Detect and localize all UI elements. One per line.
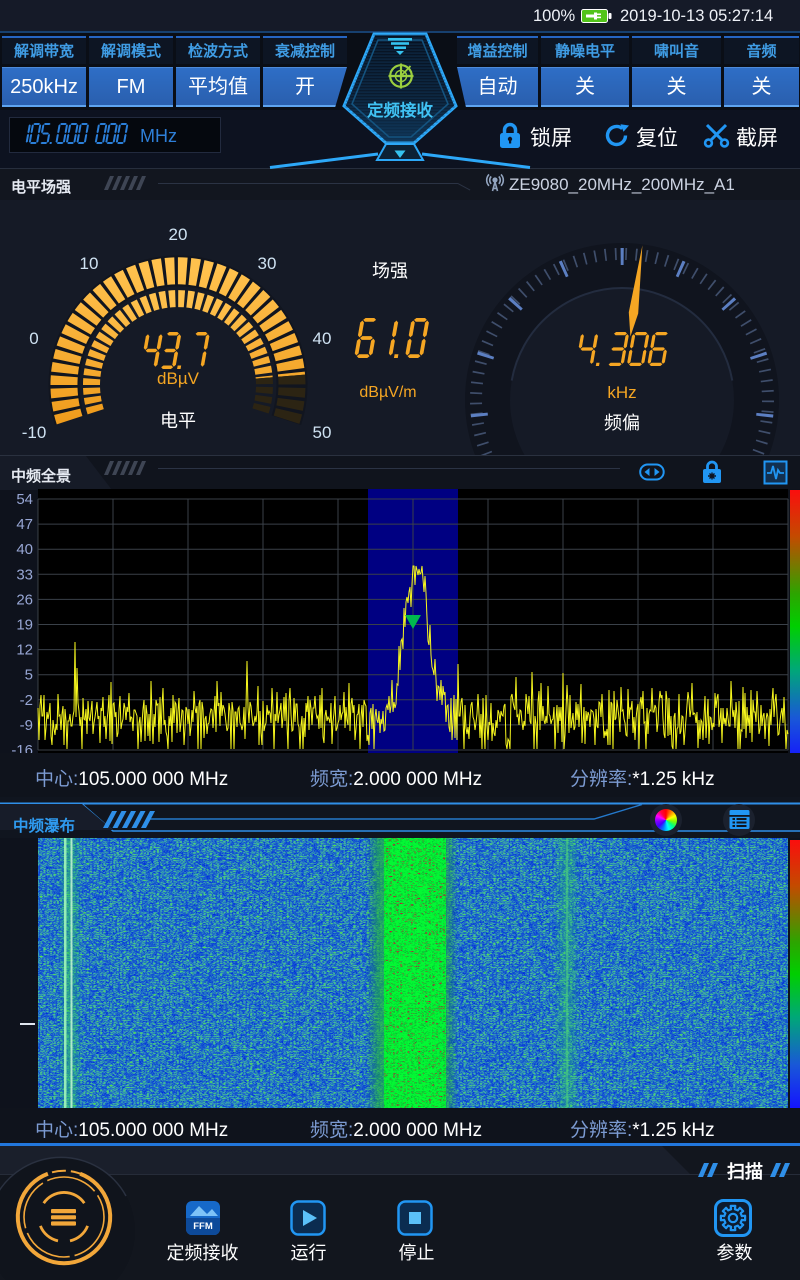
svg-text:20: 20 <box>169 225 188 244</box>
svg-text:FFM: FFM <box>193 1221 213 1232</box>
svg-text:频偏: 频偏 <box>604 413 640 433</box>
svg-text:0: 0 <box>29 329 38 348</box>
svg-text:-16: -16 <box>11 742 33 753</box>
svg-text:kHz: kHz <box>607 383 636 402</box>
svg-text:54: 54 <box>16 491 33 508</box>
svg-text:30: 30 <box>258 254 277 273</box>
svg-text:场强: 场强 <box>372 261 408 281</box>
svg-text:26: 26 <box>16 591 33 608</box>
svg-text:dBµV/m: dBµV/m <box>359 384 416 401</box>
svg-text:-2: -2 <box>20 692 33 709</box>
svg-text:47: 47 <box>16 516 33 533</box>
svg-text:-9: -9 <box>20 717 33 734</box>
svg-text:10: 10 <box>80 254 99 273</box>
svg-text:dBµV: dBµV <box>157 369 200 388</box>
svg-text:5: 5 <box>25 667 33 684</box>
svg-text:12: 12 <box>16 642 33 659</box>
svg-text:33: 33 <box>16 566 33 583</box>
svg-text:19: 19 <box>16 617 33 634</box>
svg-text:电平: 电平 <box>160 411 196 431</box>
svg-text:-10: -10 <box>22 423 47 442</box>
svg-text:40: 40 <box>16 541 33 558</box>
svg-text:50: 50 <box>313 423 332 442</box>
svg-text:40: 40 <box>313 329 332 348</box>
svg-text:定频接收: 定频接收 <box>367 100 434 120</box>
